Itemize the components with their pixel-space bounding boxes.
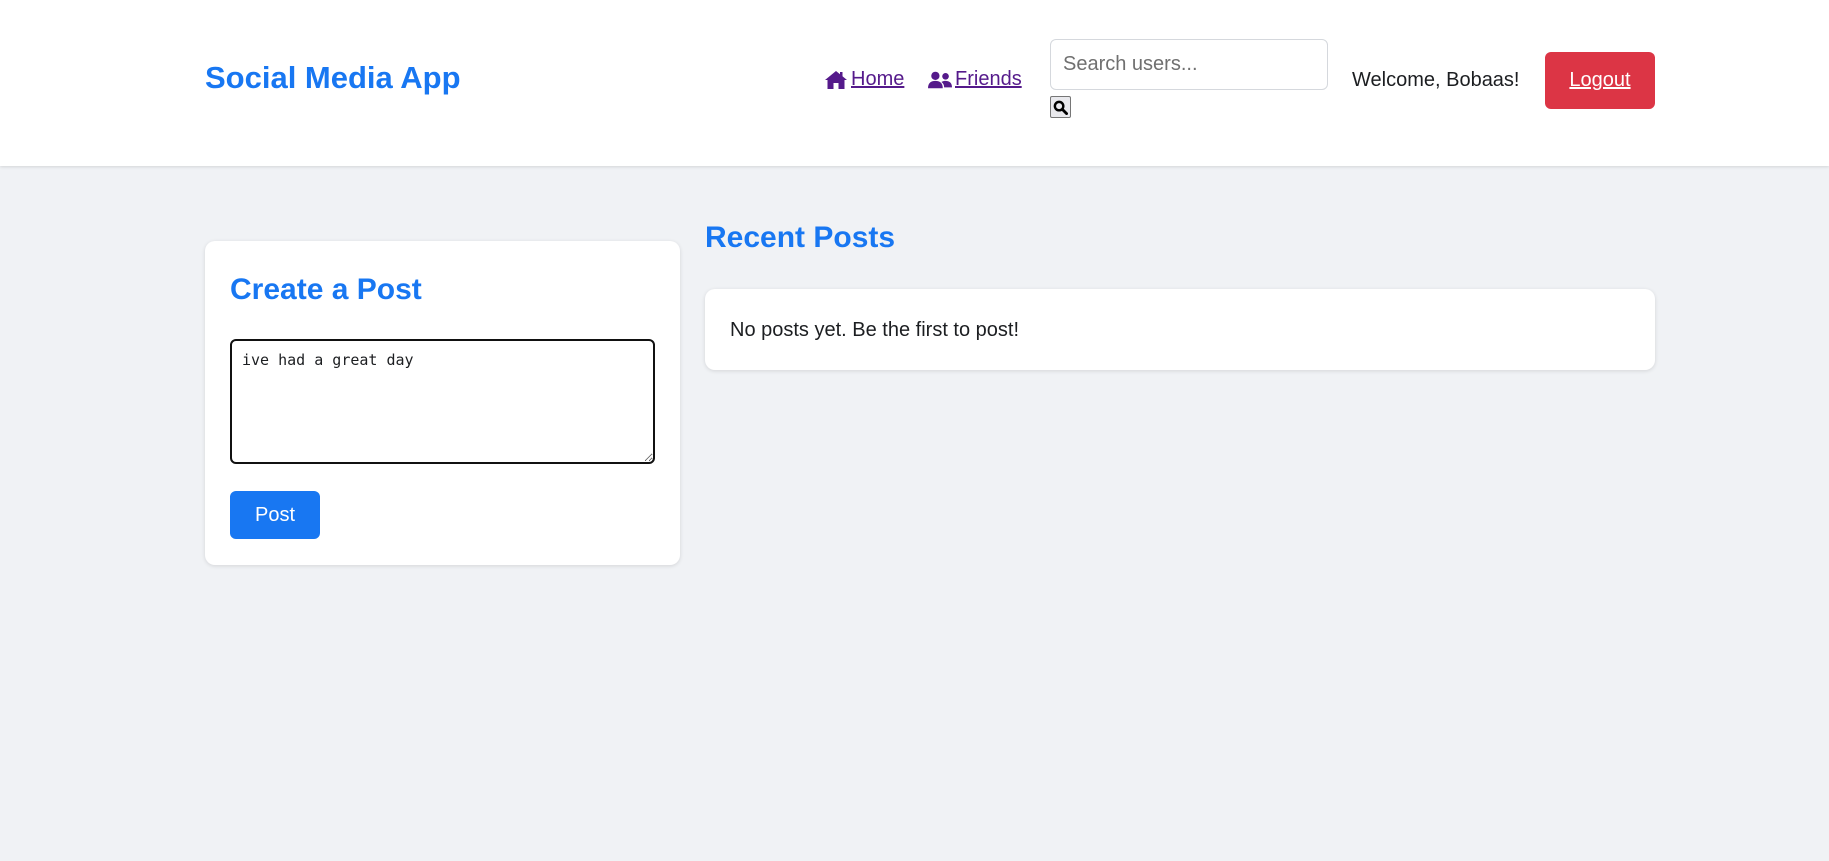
search-users-input[interactable] xyxy=(1050,39,1328,90)
app-logo-title[interactable]: Social Media App xyxy=(205,60,461,96)
empty-feed-message: No posts yet. Be the first to post! xyxy=(730,319,1020,341)
top-navbar: Social Media App Home Friends Welcome, B… xyxy=(0,0,1829,166)
nav-link-friends[interactable]: Friends xyxy=(928,68,1022,91)
recent-posts-title: Recent Posts xyxy=(705,221,896,254)
post-button[interactable]: Post xyxy=(230,491,320,539)
users-icon xyxy=(928,71,952,88)
empty-feed-card: No posts yet. Be the first to post! xyxy=(705,289,1655,370)
home-icon xyxy=(825,70,847,89)
nav-link-home-label: Home xyxy=(851,68,905,90)
welcome-message: Welcome, Bobaas! xyxy=(1352,69,1520,91)
create-post-title: Create a Post xyxy=(230,273,422,306)
post-content-textarea[interactable] xyxy=(230,339,655,464)
logout-button[interactable]: Logout xyxy=(1545,52,1655,109)
nav-link-home[interactable]: Home xyxy=(824,68,904,91)
nav-link-friends-label: Friends xyxy=(955,68,1022,90)
search-button[interactable] xyxy=(1050,96,1071,118)
create-post-card: Create a Post Post xyxy=(205,241,680,565)
search-icon xyxy=(1053,100,1068,115)
